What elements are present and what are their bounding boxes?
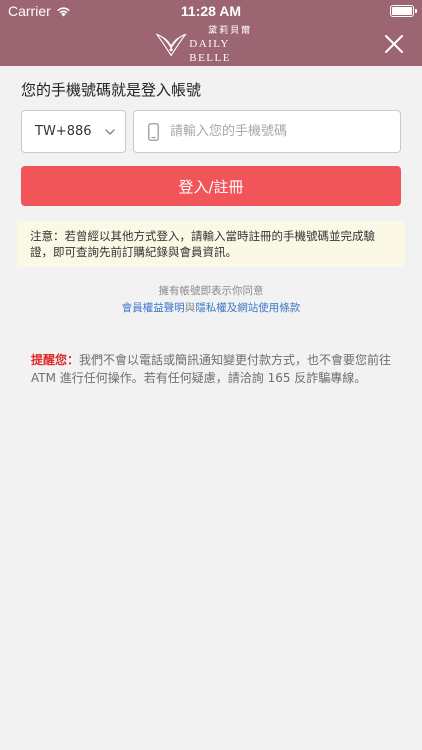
battery-icon xyxy=(390,5,417,17)
page-heading: 您的手機號碼就是登入帳號 xyxy=(21,81,202,99)
country-code-select[interactable]: TW+886 xyxy=(21,110,126,153)
status-time: 11:28 AM xyxy=(180,3,242,19)
member-rights-link[interactable]: 會員權益聲明 xyxy=(122,302,185,314)
login-content: 您的手機號碼就是登入帳號 TW+886 登入/註冊 注意：若曾經以其他方式登入，… xyxy=(0,66,422,750)
chevron-down-icon xyxy=(105,128,115,135)
warning-text: 我們不會以電話或簡訊通知變更付款方式，也不會要您前往 ATM 進行任何操作。若有… xyxy=(31,353,392,385)
agreement-text: 擁有帳號即表示你同意 會員權益聲明與隱私權及網站使用條款 xyxy=(0,284,422,316)
agreement-links: 會員權益聲明與隱私權及網站使用條款 xyxy=(0,301,422,316)
agreement-conjunction: 與 xyxy=(184,302,196,314)
logo-icon xyxy=(155,33,187,57)
close-button[interactable] xyxy=(380,30,408,58)
nav-bar: 黛莉貝爾 DAILY BELLE xyxy=(0,22,422,66)
mobile-phone-icon xyxy=(148,122,159,141)
agreement-prefix: 擁有帳號即表示你同意 xyxy=(158,285,264,297)
phone-field[interactable] xyxy=(133,110,401,153)
close-icon xyxy=(385,35,403,53)
brand-logo: 黛莉貝爾 DAILY BELLE xyxy=(155,25,271,65)
status-bar: Carrier 11:28 AM xyxy=(0,0,422,22)
privacy-terms-link[interactable]: 隱私權及網站使用條款 xyxy=(195,302,300,314)
logo-cn: 黛莉貝爾 xyxy=(208,26,253,36)
notice-box: 注意：若曾經以其他方式登入，請輸入當時註冊的手機號碼並完成驗證，即可查詢先前訂購… xyxy=(17,221,405,267)
fraud-warning: 提醒您：我們不會以電話或簡訊通知變更付款方式，也不會要您前往 ATM 進行任何操… xyxy=(31,351,393,387)
logo-text: 黛莉貝爾 DAILY BELLE xyxy=(189,25,271,65)
logo-en: DAILY BELLE xyxy=(189,38,231,64)
warning-label: 提醒您： xyxy=(31,353,80,367)
login-register-button[interactable]: 登入/註冊 xyxy=(21,166,401,206)
country-code-value: TW+886 xyxy=(35,124,92,139)
phone-input[interactable] xyxy=(168,123,388,140)
